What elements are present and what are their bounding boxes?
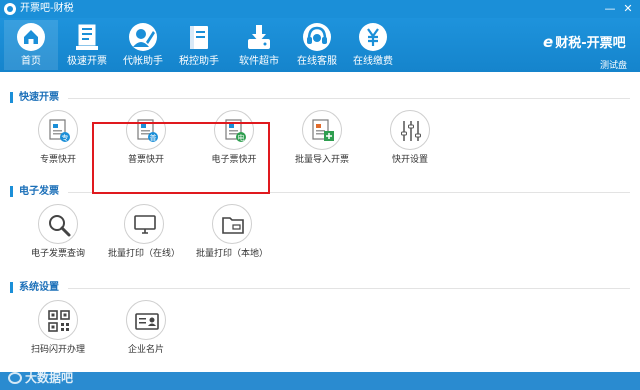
- tile-circle: [126, 300, 166, 340]
- nav-quick-invoice-label: 极速开票: [67, 56, 107, 67]
- section-quick-invoice-title: 快速开票: [19, 92, 59, 103]
- tile-batch-print-local-label: 批量打印（本地）: [195, 249, 268, 259]
- tile-e-invoice-query[interactable]: 电子发票查询: [18, 204, 98, 266]
- window-title: 开票吧-财税: [20, 3, 74, 14]
- brand-logo: e 财税-开票吧: [543, 32, 626, 51]
- nav-quick-invoice[interactable]: 极速开票: [60, 20, 114, 70]
- tile-circle: [38, 300, 78, 340]
- status-bar: [0, 372, 640, 390]
- brand-mark-icon: e: [543, 33, 554, 51]
- tile-batch-import[interactable]: 批量导入开票: [282, 110, 362, 172]
- tile-business-card-label: 企业名片: [127, 345, 164, 355]
- magnifier-icon: [49, 215, 71, 237]
- brand-name: 财税-开票吧: [555, 36, 626, 51]
- nav-tax-assistant[interactable]: 税控助手: [172, 20, 226, 70]
- tile-qr-quick-open-label: 扫码闪开办理: [30, 345, 85, 355]
- nav-online-service[interactable]: 在线客服: [290, 20, 344, 70]
- svg-text:专: 专: [62, 133, 69, 142]
- tile-circle: [38, 204, 78, 244]
- headset-icon: [303, 23, 331, 51]
- minimize-button[interactable]: —: [602, 2, 618, 16]
- section-divider: [68, 98, 630, 99]
- account-label: 测试盘: [600, 61, 628, 71]
- tax-book-icon: [190, 26, 208, 49]
- tile-quick-settings[interactable]: 快开设置: [370, 110, 450, 172]
- tile-batch-print-local[interactable]: 批量打印（本地）: [192, 204, 272, 266]
- download-icon: [248, 25, 270, 49]
- title-bar: 开票吧-财税 — ✕: [0, 0, 640, 18]
- special-invoice-icon: 专: [49, 119, 70, 142]
- nav-account-assistant-label: 代帐助手: [123, 56, 163, 67]
- tile-circle: [212, 204, 252, 244]
- section-divider: [68, 288, 630, 289]
- watermark-text: 大数据吧: [25, 371, 74, 385]
- tile-circle: [390, 110, 430, 150]
- home-icon: [17, 23, 45, 51]
- tile-special-invoice-label: 专票快开: [39, 155, 76, 165]
- yen-icon: [359, 23, 387, 51]
- business-card-icon: [135, 313, 159, 330]
- tile-batch-print-online[interactable]: 批量打印（在线）: [104, 204, 184, 266]
- highlight-frame: [92, 122, 270, 194]
- tile-batch-print-online-label: 批量打印（在线）: [107, 249, 180, 259]
- sliders-icon: [401, 121, 421, 141]
- nav-online-service-label: 在线客服: [297, 56, 337, 67]
- nav-software-market[interactable]: 软件超市: [232, 20, 286, 70]
- section-e-invoice-title: 电子发票: [19, 186, 59, 197]
- section-accent-bar: [10, 92, 13, 103]
- monitor-icon: [134, 215, 156, 234]
- close-button[interactable]: ✕: [620, 2, 636, 16]
- nav-account-assistant[interactable]: 代帐助手: [116, 20, 170, 70]
- app-logo-icon: [4, 3, 16, 15]
- section-accent-bar: [10, 186, 13, 197]
- nav-home-label: 首页: [21, 56, 41, 67]
- tile-special-invoice[interactable]: 专 专票快开: [18, 110, 98, 172]
- nav-online-payment-label: 在线缴费: [353, 56, 393, 67]
- tile-circle: [124, 204, 164, 244]
- folder-icon: [222, 217, 244, 234]
- weibo-icon: [8, 372, 22, 384]
- tile-business-card[interactable]: 企业名片: [106, 300, 186, 362]
- tile-qr-quick-open[interactable]: 扫码闪开办理: [18, 300, 98, 362]
- section-settings-header: 系统设置: [10, 281, 630, 295]
- nav-software-market-label: 软件超市: [239, 56, 279, 67]
- section-quick-invoice-header: 快速开票: [10, 91, 630, 105]
- tile-circle: [302, 110, 342, 150]
- nav-online-payment[interactable]: 在线缴费: [346, 20, 400, 70]
- batch-import-icon: [312, 119, 334, 141]
- qr-code-icon: [48, 310, 70, 332]
- tile-quick-settings-label: 快开设置: [391, 155, 428, 165]
- tile-batch-import-label: 批量导入开票: [294, 155, 349, 165]
- main-toolbar: 首页 极速开票 代帐助手 税控助手 软件超市 在线客服 在线缴费 e 财税-开票…: [0, 18, 640, 72]
- watermark: 大数据吧: [8, 369, 73, 386]
- nav-home[interactable]: 首页: [4, 20, 58, 70]
- nav-tax-assistant-label: 税控助手: [179, 56, 219, 67]
- section-accent-bar: [10, 282, 13, 293]
- tile-circle: 专: [38, 110, 78, 150]
- accountant-icon: [129, 23, 157, 51]
- tile-e-invoice-query-label: 电子发票查询: [30, 249, 85, 259]
- section-settings-title: 系统设置: [19, 282, 59, 293]
- invoice-icon: [76, 24, 98, 50]
